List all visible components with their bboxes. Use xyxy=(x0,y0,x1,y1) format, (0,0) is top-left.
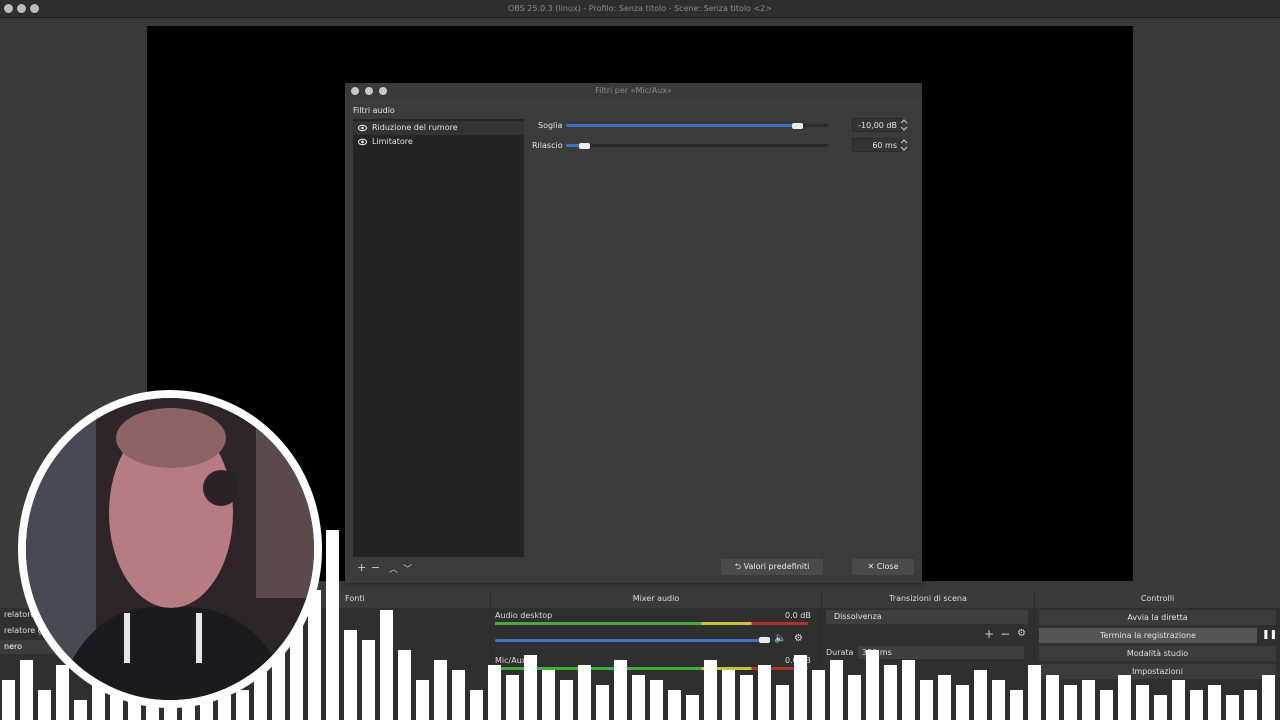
transitions-dock: Transizioni di scena Dissolvenza + − ⚙ D… xyxy=(822,590,1034,720)
add-transition-icon[interactable]: + xyxy=(984,627,994,641)
filter-item-noise-suppression[interactable]: Riduzione del rumore xyxy=(353,121,524,135)
defaults-button-label: Valori predefiniti xyxy=(743,562,810,571)
undo-icon: ⮌ xyxy=(734,562,744,571)
threshold-label: Soglia xyxy=(538,121,563,130)
scene-item-label: nero xyxy=(4,642,22,651)
threshold-slider[interactable] xyxy=(566,122,828,129)
defaults-button[interactable]: ⮌ Valori predefiniti xyxy=(721,559,823,575)
filter-label: Limitatore xyxy=(372,137,413,146)
channel-db: 0.0 dB xyxy=(785,656,811,665)
threshold-slider-fill xyxy=(566,124,797,127)
stop-recording-button[interactable]: Termina la registrazione xyxy=(1039,628,1257,643)
filter-list: Riduzione del rumore Limitatore xyxy=(353,119,524,557)
minimize-window-dot[interactable] xyxy=(17,4,26,13)
duration-label: Durata xyxy=(826,648,854,657)
dialog-maximize-dot[interactable] xyxy=(379,87,387,95)
move-down-icon[interactable]: ﹀ xyxy=(403,562,412,575)
close-button-label: Close xyxy=(876,562,899,571)
duration-spinbox[interactable]: 300 ms xyxy=(858,646,1024,659)
remove-transition-icon[interactable]: − xyxy=(1000,627,1010,641)
pause-icon[interactable]: ❚❚ xyxy=(1262,628,1277,643)
studio-mode-button[interactable]: Modalità studio xyxy=(1039,646,1276,661)
filters-dialog: Filtri per «Mic/Aux» Filtri audio Riduzi… xyxy=(345,83,922,583)
release-slider-handle[interactable] xyxy=(579,142,591,149)
maximize-window-dot[interactable] xyxy=(30,4,39,13)
mixer-dock-title: Mixer audio xyxy=(491,590,821,608)
speaker-icon[interactable]: 🔈 xyxy=(774,633,786,644)
channel-db: 0.0 dB xyxy=(785,611,811,620)
dialog-close-dot[interactable] xyxy=(351,87,359,95)
settings-button[interactable]: Impostazioni xyxy=(1039,664,1276,679)
spin-arrows-icon[interactable] xyxy=(900,138,908,152)
gear-icon[interactable]: ⚙ xyxy=(794,633,803,644)
spin-arrows-icon[interactable] xyxy=(900,118,908,132)
channel-name: Mic/Aux xyxy=(495,656,527,665)
transitions-dock-title: Transizioni di scena xyxy=(822,590,1034,608)
channel-name: Audio desktop xyxy=(495,611,553,620)
gear-icon[interactable]: ⚙ xyxy=(1017,628,1026,639)
release-slider[interactable] xyxy=(566,142,828,149)
window-titlebar: OBS 25.0.3 (linux) - Profilo: Senza tito… xyxy=(0,0,1280,18)
audio-meter xyxy=(495,622,808,625)
close-button[interactable]: ✕ Close xyxy=(852,559,914,575)
filter-label: Riduzione del rumore xyxy=(372,123,458,132)
webcam-video xyxy=(26,398,314,700)
filter-item-limiter[interactable]: Limitatore xyxy=(353,135,524,149)
close-window-dot[interactable] xyxy=(4,4,13,13)
controls-dock: Controlli Avvia la diretta Termina la re… xyxy=(1035,590,1280,720)
meter-scale xyxy=(495,628,808,632)
close-x-icon: ✕ xyxy=(867,562,877,571)
move-up-icon[interactable]: ︿ xyxy=(389,562,398,575)
visibility-eye-icon[interactable] xyxy=(358,138,367,146)
start-streaming-button[interactable]: Avvia la diretta xyxy=(1039,610,1276,625)
release-spinbox[interactable]: 60 ms xyxy=(852,138,902,152)
transition-select[interactable]: Dissolvenza xyxy=(826,610,1028,624)
threshold-spinbox[interactable]: -10,00 dB xyxy=(852,118,902,132)
window-title: OBS 25.0.3 (linux) - Profilo: Senza tito… xyxy=(508,4,772,13)
controls-dock-title: Controlli xyxy=(1035,590,1280,608)
audio-meter xyxy=(495,667,808,670)
mixer-dock: Mixer audio Audio desktop 0.0 dB 🔈 ⚙ Mic… xyxy=(491,590,821,720)
audio-filters-label: Filtri audio xyxy=(353,106,395,115)
dialog-title: Filtri per «Mic/Aux» xyxy=(595,86,672,95)
remove-filter-icon[interactable]: − xyxy=(371,561,380,574)
add-filter-icon[interactable]: + xyxy=(357,561,366,574)
dialog-titlebar: Filtri per «Mic/Aux» xyxy=(345,83,922,98)
threshold-slider-handle[interactable] xyxy=(791,122,803,129)
visibility-eye-icon[interactable] xyxy=(358,124,367,132)
webcam-person-image xyxy=(26,398,314,700)
volume-slider-handle[interactable] xyxy=(759,637,770,643)
dialog-minimize-dot[interactable] xyxy=(365,87,373,95)
volume-slider[interactable] xyxy=(495,639,765,642)
release-label: Rilascio xyxy=(532,141,563,150)
filter-list-toolbar: + − ︿ ﹀ xyxy=(357,561,417,575)
